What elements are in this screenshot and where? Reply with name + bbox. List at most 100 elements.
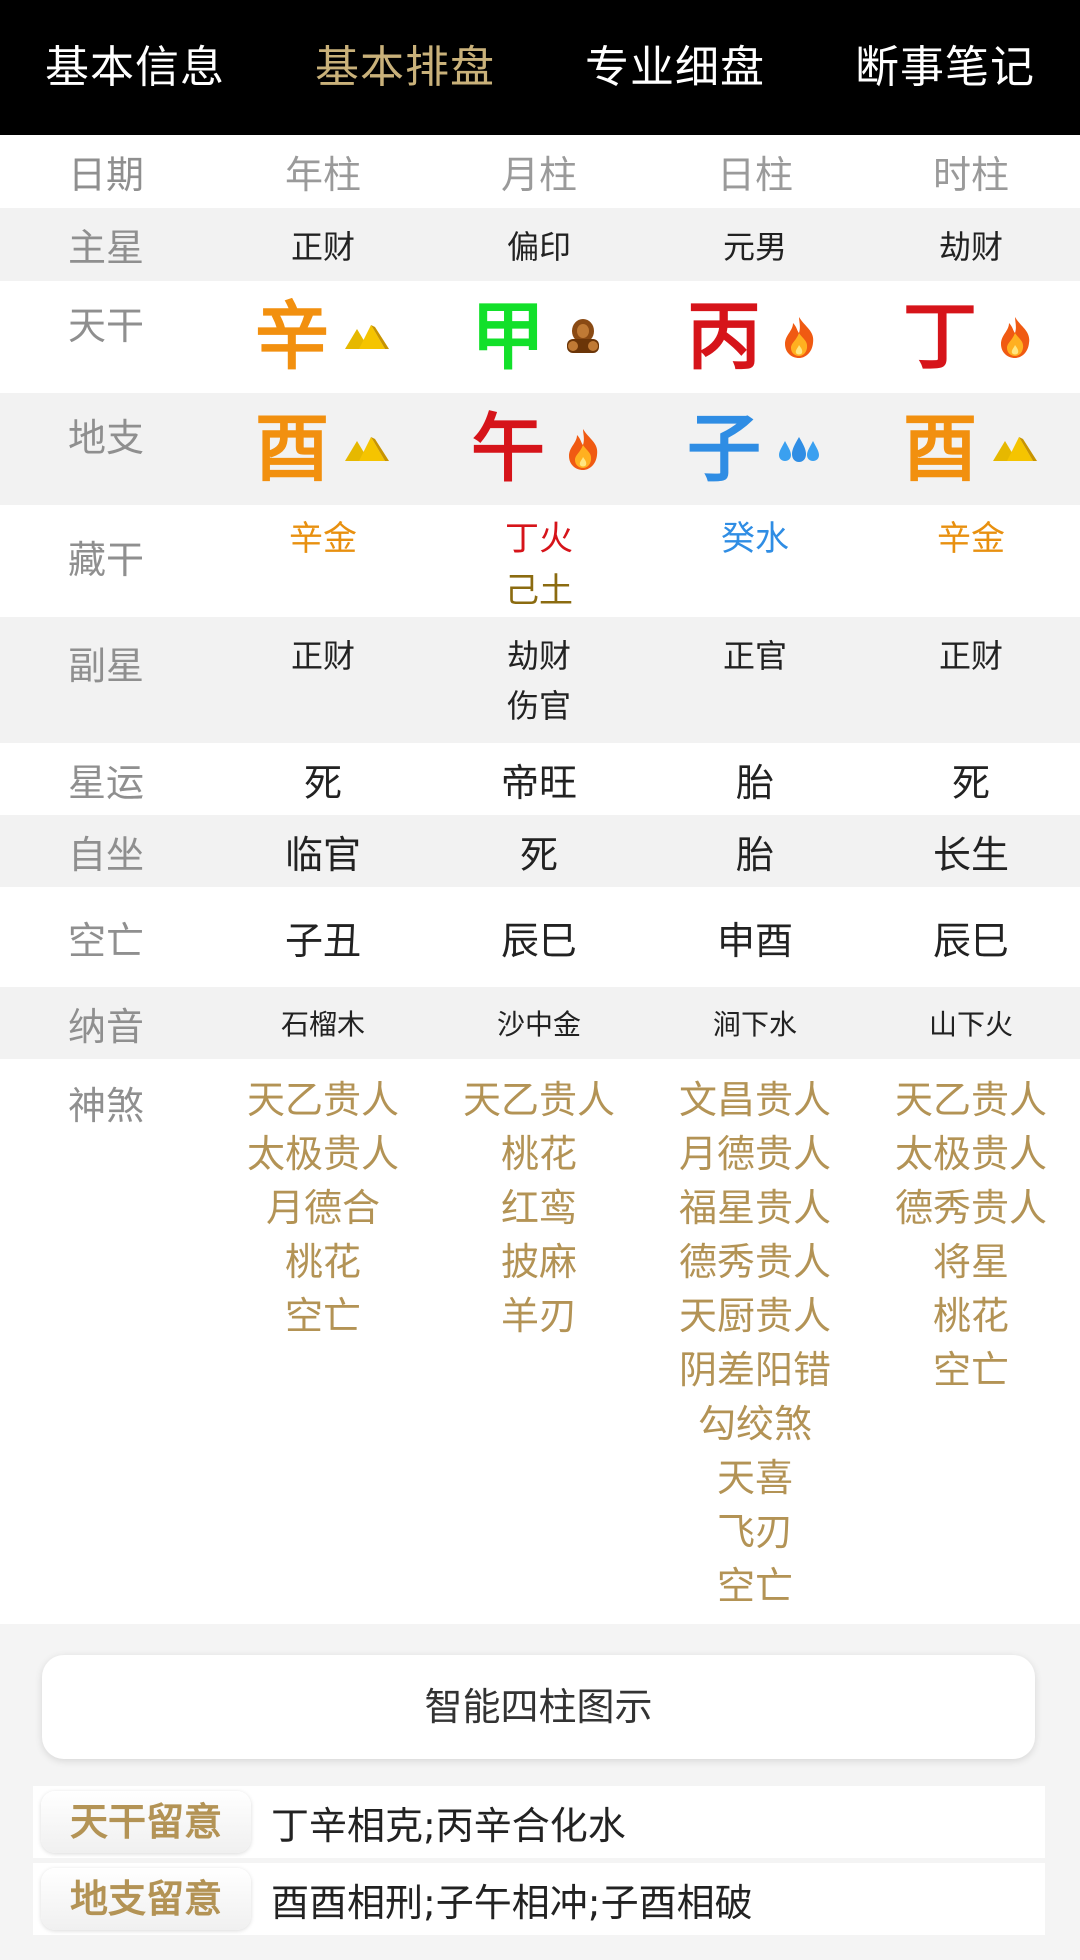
smart-four-pillars-button[interactable]: 智能四柱图示 <box>42 1655 1035 1759</box>
hidden-day: 癸水 <box>647 505 863 617</box>
shensha-item: 太极贵人 <box>894 1132 1047 1176</box>
hidden-hour: 辛金 <box>863 505 1079 617</box>
header-hour-pillar: 时柱 <box>932 153 1009 197</box>
gold-nugget-icon <box>345 437 389 461</box>
sub-star-hour: 正财 <box>863 617 1079 743</box>
stem-notes-text: 丁辛相克;丙辛合化水 <box>271 1803 626 1848</box>
shensha-year: 天乙贵人 太极贵人 月德合 桃花 空亡 <box>215 1059 431 1624</box>
main-star-hour: 劫财 <box>938 227 1003 266</box>
row-zizuo: 自坐 临官 死 胎 长生 <box>0 815 1080 887</box>
shensha-item: 红鸾 <box>500 1186 577 1230</box>
label-kongwang: 空亡 <box>68 918 145 963</box>
fire-icon <box>1001 317 1030 358</box>
sub-star-item: 正官 <box>722 637 787 675</box>
nayin-day: 涧下水 <box>712 1008 797 1041</box>
shensha-item: 文昌贵人 <box>678 1078 831 1122</box>
hidden-stem: 辛金 <box>937 519 1005 559</box>
nayin-year: 石榴木 <box>280 1008 365 1041</box>
header-day-pillar: 日柱 <box>716 153 793 197</box>
branch-year: 酉 <box>215 393 431 505</box>
header-year-pillar: 年柱 <box>284 153 361 197</box>
label-xingyun: 星运 <box>68 760 145 805</box>
fire-icon <box>569 429 598 470</box>
stem-char: 丙 <box>687 294 761 380</box>
shensha-day: 文昌贵人 月德贵人 福星贵人 德秀贵人 天厨贵人 阴差阳错 勾绞煞 天喜 飞刃 … <box>647 1059 863 1624</box>
main-star-month: 偏印 <box>506 227 571 266</box>
shensha-item: 月德贵人 <box>678 1132 831 1176</box>
label-nayin: 纳音 <box>68 1004 145 1049</box>
sub-star-day: 正官 <box>647 617 863 743</box>
stem-notes-tag[interactable]: 天干留意 <box>41 1791 251 1853</box>
hidden-month: 丁火 己土 <box>431 505 647 617</box>
shensha-item: 太极贵人 <box>246 1132 399 1176</box>
row-date: 日期 年柱 月柱 日柱 时柱 <box>0 135 1080 208</box>
stem-day: 丙 <box>647 281 863 393</box>
branch-char: 子 <box>687 406 761 492</box>
xingyun-hour: 死 <box>951 760 990 805</box>
label-stem: 天干 <box>68 304 145 348</box>
shensha-item: 空亡 <box>932 1348 1009 1392</box>
row-main-star: 主星 正财 偏印 元男 劫财 <box>0 208 1080 281</box>
tab-basic-chart[interactable]: 基本排盘 <box>270 0 540 135</box>
water-drops-icon <box>779 437 819 462</box>
row-sub-star: 副星 正财 劫财 伤官 正官 正财 <box>0 617 1080 743</box>
branch-month: 午 <box>431 393 647 505</box>
branch-notes-row: 地支留意 酉酉相刑;子午相冲;子酉相破 <box>33 1863 1045 1935</box>
shensha-item: 桃花 <box>932 1294 1009 1338</box>
tab-notes[interactable]: 断事笔记 <box>810 0 1080 135</box>
label-sub-star: 副星 <box>68 644 145 688</box>
sub-star-item: 伤官 <box>506 687 571 725</box>
hidden-stem: 丁火 <box>505 519 573 559</box>
nayin-month: 沙中金 <box>496 1008 581 1041</box>
top-tab-bar: 基本信息 基本排盘 专业细盘 断事笔记 <box>0 0 1080 135</box>
shensha-item: 桃花 <box>500 1132 577 1176</box>
branch-notes-tag[interactable]: 地支留意 <box>41 1868 251 1930</box>
row-heavenly-stem: 天干 辛 甲 丙 丁 <box>0 281 1080 393</box>
sub-star-month: 劫财 伤官 <box>431 617 647 743</box>
stem-month: 甲 <box>431 281 647 393</box>
shensha-month: 天乙贵人 桃花 红鸾 披麻 羊刃 <box>431 1059 647 1624</box>
hidden-stem: 辛金 <box>289 519 357 559</box>
shensha-item: 空亡 <box>284 1294 361 1338</box>
gold-nugget-icon <box>993 437 1037 461</box>
shensha-item: 空亡 <box>716 1564 793 1608</box>
sub-star-year: 正财 <box>215 617 431 743</box>
branch-hour: 酉 <box>863 393 1079 505</box>
branch-char: 酉 <box>255 406 329 492</box>
shensha-item: 飞刃 <box>716 1510 793 1554</box>
shensha-item: 福星贵人 <box>678 1186 831 1230</box>
zizuo-year: 临官 <box>284 832 361 877</box>
zizuo-day: 胎 <box>735 832 774 877</box>
kongwang-day: 申酉 <box>716 918 793 963</box>
main-star-year: 正财 <box>290 227 355 266</box>
shensha-item: 德秀贵人 <box>678 1240 831 1284</box>
tab-basic-info[interactable]: 基本信息 <box>0 0 270 135</box>
shensha-item: 披麻 <box>500 1240 577 1284</box>
kongwang-month: 辰巳 <box>500 918 577 963</box>
stem-char: 甲 <box>471 294 545 380</box>
xingyun-year: 死 <box>303 760 342 805</box>
label-date: 日期 <box>68 153 145 197</box>
label-shensha: 神煞 <box>68 1084 145 1128</box>
row-hidden-stems: 藏干 辛金 丁火 己土 癸水 辛金 <box>0 505 1080 617</box>
shensha-item: 天厨贵人 <box>678 1294 831 1338</box>
shensha-item: 天乙贵人 <box>462 1078 615 1122</box>
wood-log-icon <box>567 319 599 353</box>
sub-star-item: 正财 <box>938 637 1003 675</box>
shensha-item: 天乙贵人 <box>894 1078 1047 1122</box>
nayin-hour: 山下火 <box>928 1008 1013 1041</box>
shensha-item: 德秀贵人 <box>894 1186 1047 1230</box>
shensha-item: 阴差阳错 <box>678 1348 831 1392</box>
header-month-pillar: 月柱 <box>500 153 577 197</box>
zizuo-month: 死 <box>519 832 558 877</box>
row-shensha: 神煞 天乙贵人 太极贵人 月德合 桃花 空亡 天乙贵人 桃花 红鸾 披麻 羊刃 … <box>0 1059 1080 1624</box>
stem-hour: 丁 <box>863 281 1079 393</box>
stem-char: 辛 <box>255 294 329 380</box>
shensha-item: 勾绞煞 <box>697 1402 812 1446</box>
label-zizuo: 自坐 <box>68 832 145 877</box>
shensha-item: 羊刃 <box>500 1294 577 1338</box>
label-branch: 地支 <box>68 416 145 460</box>
label-hidden: 藏干 <box>68 538 145 582</box>
tab-professional-chart[interactable]: 专业细盘 <box>540 0 810 135</box>
sub-star-item: 正财 <box>290 637 355 675</box>
